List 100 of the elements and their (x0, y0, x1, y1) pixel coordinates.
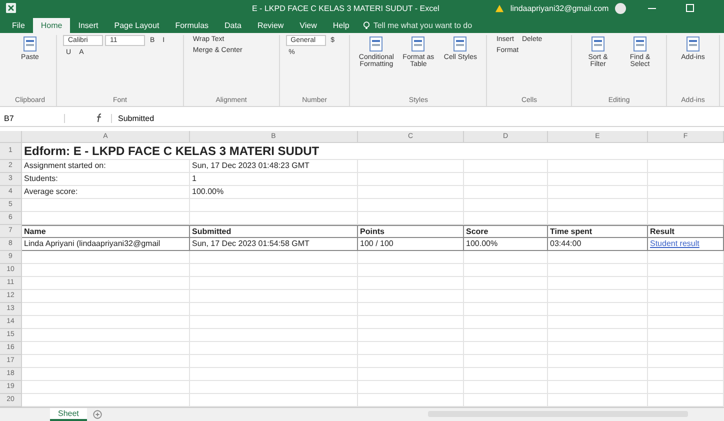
result-link[interactable]: Student result (650, 239, 700, 248)
spreadsheet-cell[interactable] (648, 264, 724, 277)
ribbon-tab[interactable]: View (292, 18, 325, 34)
spreadsheet-cell[interactable] (648, 328, 724, 342)
spreadsheet-cell[interactable] (190, 328, 358, 342)
spreadsheet-cell[interactable] (648, 368, 724, 381)
spreadsheet-cell[interactable] (648, 186, 724, 199)
ribbon-tab[interactable]: Formulas (167, 18, 217, 34)
spreadsheet-cell[interactable] (190, 316, 358, 329)
spreadsheet-cell[interactable] (358, 368, 464, 381)
spreadsheet-cell[interactable] (190, 198, 358, 212)
spreadsheet-cell[interactable] (464, 250, 548, 264)
spreadsheet-cell[interactable] (22, 328, 190, 342)
column-heading[interactable]: Submitted (190, 224, 358, 238)
spreadsheet-cell[interactable] (22, 264, 190, 277)
spreadsheet-cell[interactable] (648, 250, 724, 264)
spreadsheet-cell[interactable] (548, 250, 648, 264)
spreadsheet-cell[interactable] (22, 290, 190, 303)
ribbon-tab[interactable]: Page Layout (106, 18, 168, 34)
sheet-tab[interactable]: Sheet (50, 408, 87, 421)
spreadsheet-cell[interactable] (358, 264, 464, 277)
spreadsheet-cell[interactable] (548, 264, 648, 277)
ribbon-tab[interactable]: Review (249, 18, 292, 34)
spreadsheet-cell[interactable] (548, 342, 648, 355)
spreadsheet-cell[interactable] (358, 276, 464, 290)
table-cell[interactable]: Average score: (22, 186, 190, 199)
ribbon-tab[interactable]: File (4, 18, 33, 34)
spreadsheet-cell[interactable] (22, 316, 190, 329)
spreadsheet-cell[interactable] (190, 380, 358, 394)
ribbon-tab[interactable]: Insert (70, 18, 106, 34)
spreadsheet-cell[interactable] (464, 380, 548, 394)
table-cell[interactable]: 100 / 100 (358, 238, 464, 251)
table-cell[interactable]: Linda Apriyani (lindaapriyani32@gmail (22, 238, 190, 251)
spreadsheet-cell[interactable] (190, 354, 358, 368)
table-cell[interactable]: 100.00% (464, 238, 548, 251)
spreadsheet-cell[interactable] (464, 290, 548, 303)
spreadsheet-cell[interactable] (464, 264, 548, 277)
spreadsheet-cell[interactable] (22, 302, 190, 316)
spreadsheet-cell[interactable] (548, 328, 648, 342)
spreadsheet-cell[interactable] (648, 342, 724, 355)
excel-icon[interactable] (6, 3, 16, 14)
spreadsheet-cell[interactable] (22, 276, 190, 290)
sheet-title[interactable]: Edform: E - LKPD FACE C KELAS 3 MATERI SUDUT (22, 142, 724, 160)
table-cell[interactable]: Sun, 17 Dec 2023 01:54:58 GMT (190, 238, 358, 251)
spreadsheet-cell[interactable] (464, 160, 548, 173)
table-cell[interactable]: 100.00% (190, 186, 358, 199)
spreadsheet-cell[interactable] (464, 172, 548, 186)
spreadsheet-cell[interactable]: Student result (648, 238, 724, 251)
tell-me-field[interactable]: Tell me what you want to do (373, 21, 472, 34)
spreadsheet-cell[interactable] (464, 212, 548, 225)
spreadsheet-cell[interactable] (358, 302, 464, 316)
spreadsheet-cell[interactable] (358, 316, 464, 329)
spreadsheet-cell[interactable] (22, 354, 190, 368)
spreadsheet-cell[interactable] (22, 250, 190, 264)
spreadsheet-cell[interactable] (648, 302, 724, 316)
spreadsheet-cell[interactable] (190, 342, 358, 355)
spreadsheet-cell[interactable] (358, 342, 464, 355)
spreadsheet-cell[interactable] (648, 212, 724, 225)
table-cell[interactable]: 1 (190, 172, 358, 186)
spreadsheet-cell[interactable] (358, 380, 464, 394)
spreadsheet-cell[interactable] (648, 316, 724, 329)
select-all-button[interactable] (0, 130, 22, 143)
add-sheet-icon[interactable] (92, 410, 102, 419)
spreadsheet-cell[interactable] (358, 212, 464, 225)
spreadsheet-cell[interactable] (648, 276, 724, 290)
spreadsheet-cell[interactable] (464, 302, 548, 316)
spreadsheet-cell[interactable] (190, 302, 358, 316)
spreadsheet-cell[interactable] (464, 276, 548, 290)
spreadsheet-cell[interactable] (22, 342, 190, 355)
spreadsheet-cell[interactable] (358, 198, 464, 212)
spreadsheet-cell[interactable] (548, 368, 648, 381)
ribbon-tab[interactable]: Help (324, 18, 358, 34)
ribbon-tab[interactable]: Data (216, 18, 250, 34)
avatar-icon[interactable] (614, 2, 626, 14)
spreadsheet-cell[interactable] (190, 250, 358, 264)
spreadsheet-cell[interactable] (464, 316, 548, 329)
spreadsheet-cell[interactable] (358, 186, 464, 199)
spreadsheet-cell[interactable] (190, 290, 358, 303)
table-cell[interactable]: Students: (22, 172, 190, 186)
spreadsheet-cell[interactable] (548, 354, 648, 368)
spreadsheet-cell[interactable] (648, 380, 724, 394)
spreadsheet-cell[interactable] (548, 212, 648, 225)
spreadsheet-cell[interactable] (358, 250, 464, 264)
spreadsheet-cell[interactable] (648, 160, 724, 173)
spreadsheet-cell[interactable] (648, 198, 724, 212)
spreadsheet-cell[interactable] (358, 328, 464, 342)
spreadsheet-cell[interactable] (190, 212, 358, 225)
spreadsheet-cell[interactable] (548, 316, 648, 329)
spreadsheet-cell[interactable] (548, 198, 648, 212)
spreadsheet-cell[interactable] (648, 290, 724, 303)
spreadsheet-cell[interactable] (464, 368, 548, 381)
spreadsheet-cell[interactable] (464, 186, 548, 199)
account-name[interactable]: lindaapriyani32@gmail.com (510, 4, 609, 13)
spreadsheet-cell[interactable] (548, 160, 648, 173)
spreadsheet-cell[interactable] (648, 172, 724, 186)
spreadsheet-cell[interactable] (548, 290, 648, 303)
spreadsheet-cell[interactable] (648, 354, 724, 368)
spreadsheet-cell[interactable] (190, 276, 358, 290)
spreadsheet-cell[interactable] (548, 302, 648, 316)
name-box[interactable]: B7 (0, 114, 65, 123)
